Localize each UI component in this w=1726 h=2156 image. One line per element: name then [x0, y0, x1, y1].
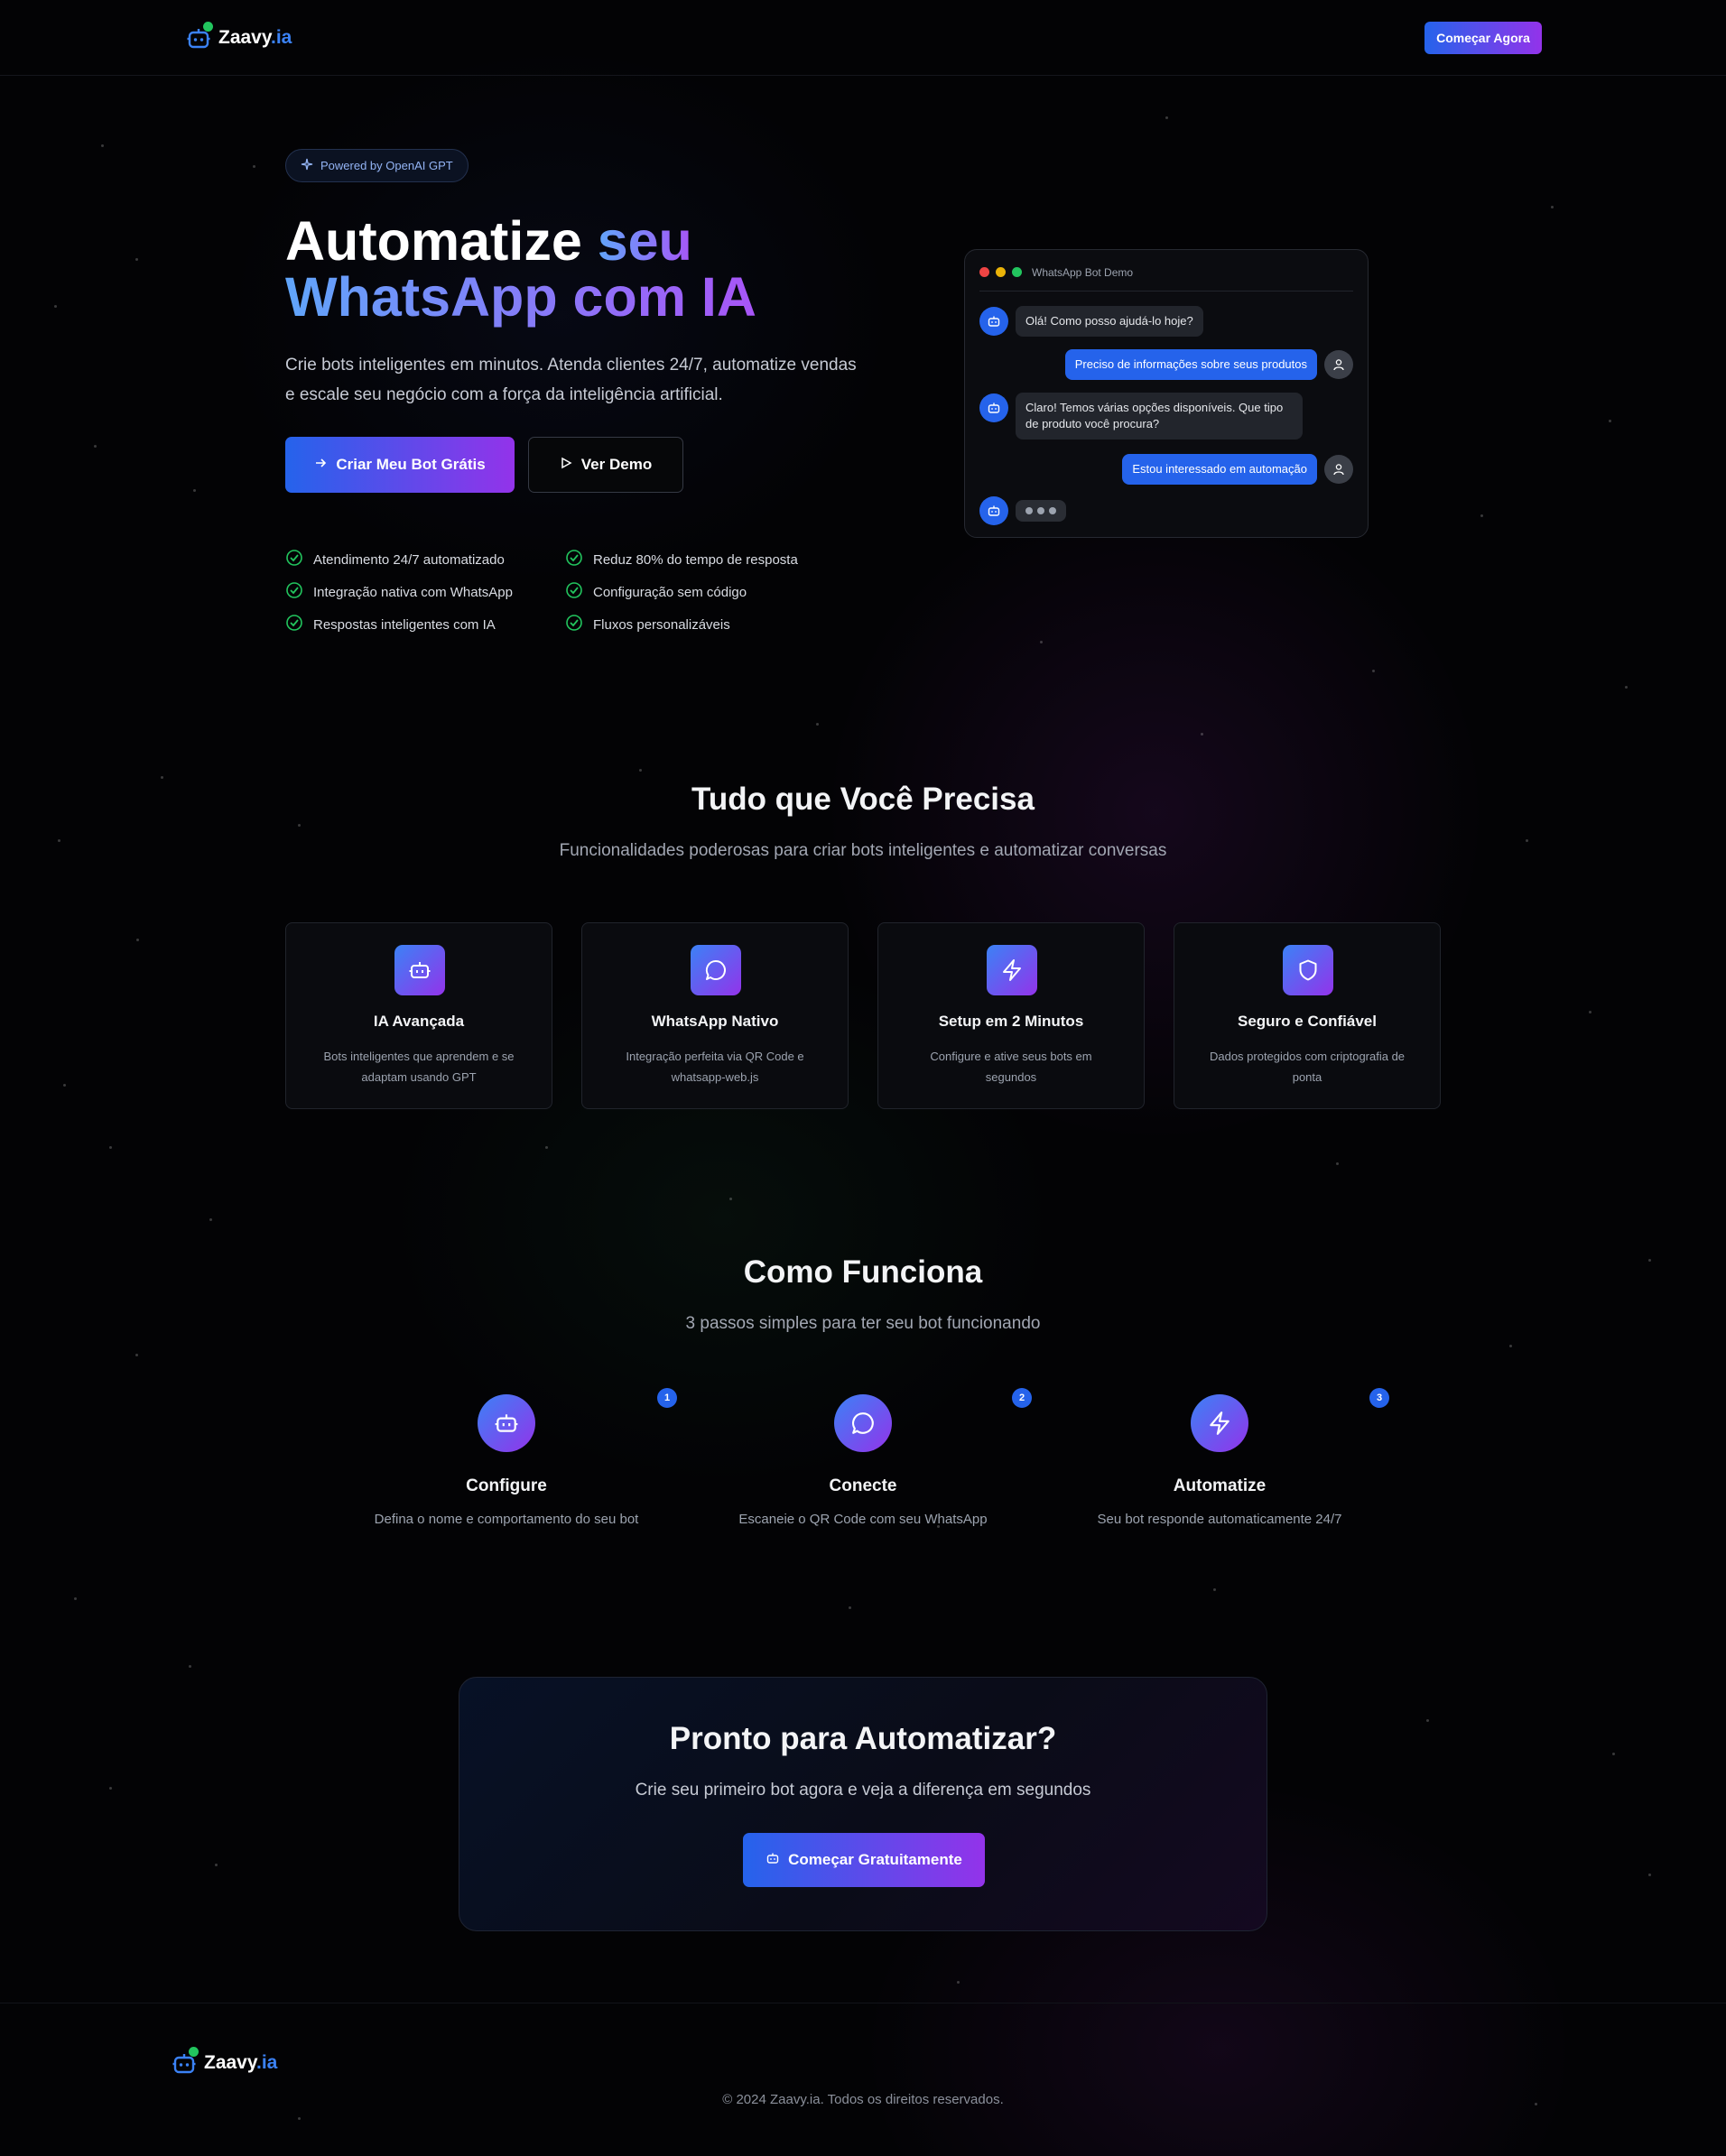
features-title: Tudo que Você Precisa: [691, 782, 1035, 817]
feature-card-desc: Integração perfeita via QR Code e whatsa…: [626, 1050, 804, 1084]
step-desc: Escaneie o QR Code com seu WhatsApp: [738, 1512, 988, 1527]
start-free-button[interactable]: Começar Gratuitamente: [743, 1833, 985, 1887]
bot-icon: [478, 1394, 535, 1452]
play-icon: [560, 456, 572, 474]
cta-panel: Pronto para Automatizar? Crie seu primei…: [459, 1677, 1267, 1931]
feature-card-title: IA Avançada: [373, 1013, 465, 1030]
window-minimize-dot: [996, 267, 1006, 277]
feature-item: Atendimento 24/7 automatizado: [285, 549, 565, 570]
chat-window-header: WhatsApp Bot Demo: [979, 263, 1353, 291]
brand-logo[interactable]: Zaavy.ia: [186, 22, 292, 51]
badge-text: Powered by OpenAI GPT: [320, 159, 453, 172]
features-subtitle: Funcionalidades poderosas para criar bot…: [559, 841, 1167, 860]
step-title: Configure: [466, 1476, 547, 1495]
hero-subtitle: Crie bots inteligentes em minutos. Atend…: [285, 356, 857, 404]
create-bot-button[interactable]: Criar Meu Bot Grátis: [285, 437, 515, 493]
chat-window-title: WhatsApp Bot Demo: [1032, 265, 1134, 279]
lightning-icon: [987, 945, 1037, 995]
feature-card-desc: Bots inteligentes que aprendem e se adap…: [323, 1050, 515, 1084]
check-circle-icon: [285, 581, 303, 603]
feature-card: WhatsApp Nativo Integração perfeita via …: [581, 922, 849, 1109]
window-maximize-dot: [1012, 267, 1022, 277]
feature-card-title: Setup em 2 Minutos: [938, 1013, 1084, 1030]
bot-icon: [766, 1851, 780, 1870]
how-subtitle: 3 passos simples para ter seu bot funcio…: [685, 1314, 1041, 1333]
step-desc: Defina o nome e comportamento do seu bot: [374, 1512, 639, 1527]
user-avatar-icon: [1324, 455, 1353, 484]
step-number-badge: 3: [1369, 1388, 1389, 1408]
message-circle-icon: [834, 1394, 892, 1452]
step-number-badge: 2: [1012, 1388, 1032, 1408]
bot-avatar-icon: [979, 393, 1008, 422]
feature-item: Integração nativa com WhatsApp: [285, 581, 565, 603]
bot-logo-icon: [186, 22, 213, 51]
feature-item: Respostas inteligentes com IA: [285, 615, 565, 634]
step-desc: Seu bot responde automaticamente 24/7: [1097, 1512, 1342, 1527]
arrow-right-icon: [314, 456, 327, 474]
feature-card-desc: Configure e ative seus bots em segundos: [930, 1050, 1092, 1084]
step-title: Conecte: [829, 1476, 897, 1495]
message-circle-icon: [691, 945, 741, 995]
check-circle-icon: [565, 581, 583, 603]
bot-logo-icon: [172, 2047, 199, 2076]
cta-subtitle: Crie seu primeiro bot agora e veja a dif…: [635, 1781, 1091, 1800]
bot-avatar-icon: [979, 496, 1008, 525]
copyright-text: © 2024 Zaavy.ia. Todos os direitos reser…: [722, 2092, 1004, 2107]
step-title: Automatize: [1173, 1476, 1267, 1495]
feature-item: Reduz 80% do tempo de resposta: [565, 549, 845, 570]
chat-demo-window: WhatsApp Bot Demo Olá! Como posso ajudá-…: [964, 249, 1369, 538]
bot-avatar-icon: [979, 307, 1008, 336]
cta-title: Pronto para Automatizar?: [669, 1721, 1057, 1756]
user-avatar-icon: [1324, 350, 1353, 379]
feature-card-title: Seguro e Confiável: [1238, 1013, 1377, 1030]
feature-card: IA Avançada Bots inteligentes que aprend…: [285, 922, 552, 1109]
shield-icon: [1283, 945, 1333, 995]
brand-name: Zaavy.ia: [204, 2052, 278, 2073]
online-indicator: [189, 2047, 199, 2057]
feature-item: Fluxos personalizáveis: [565, 615, 845, 634]
powered-by-badge: Powered by OpenAI GPT: [285, 149, 469, 182]
feature-card-title: WhatsApp Nativo: [651, 1013, 779, 1030]
feature-card: Seguro e Confiável Dados protegidos com …: [1174, 922, 1441, 1109]
step-number-badge: 1: [657, 1388, 677, 1408]
top-navbar: Zaavy.ia Começar Agora: [0, 0, 1726, 76]
hero-title: Automatize seu WhatsApp com IA: [285, 210, 756, 328]
check-circle-icon: [565, 614, 583, 635]
window-close-dot: [979, 267, 989, 277]
feature-card: Setup em 2 Minutos Configure e ative seu…: [877, 922, 1145, 1109]
lightning-icon: [1191, 1394, 1248, 1452]
bot-icon: [394, 945, 445, 995]
chat-message-user: Preciso de informações sobre seus produt…: [1064, 349, 1317, 380]
feature-card-desc: Dados protegidos com criptografia de pon…: [1209, 1050, 1406, 1084]
check-circle-icon: [565, 549, 583, 570]
view-demo-button[interactable]: Ver Demo: [528, 437, 683, 493]
feature-item: Configuração sem código: [565, 581, 845, 603]
footer-brand-logo[interactable]: Zaavy.ia: [172, 2047, 278, 2076]
chat-message-bot: Claro! Temos várias opções disponíveis. …: [1016, 393, 1303, 440]
hero-feature-list: Atendimento 24/7 automatizado Reduz 80% …: [285, 549, 845, 634]
sparkles-icon: [301, 158, 313, 173]
check-circle-icon: [285, 549, 303, 570]
typing-indicator: [1016, 500, 1066, 522]
chat-message-bot: Olá! Como posso ajudá-lo hoje?: [1016, 306, 1203, 337]
brand-name: Zaavy.ia: [218, 27, 292, 48]
online-indicator: [203, 22, 213, 32]
check-circle-icon: [285, 614, 303, 635]
start-now-button[interactable]: Começar Agora: [1424, 22, 1542, 54]
how-title: Como Funciona: [743, 1254, 983, 1290]
chat-message-user: Estou interessado em automação: [1122, 454, 1317, 485]
